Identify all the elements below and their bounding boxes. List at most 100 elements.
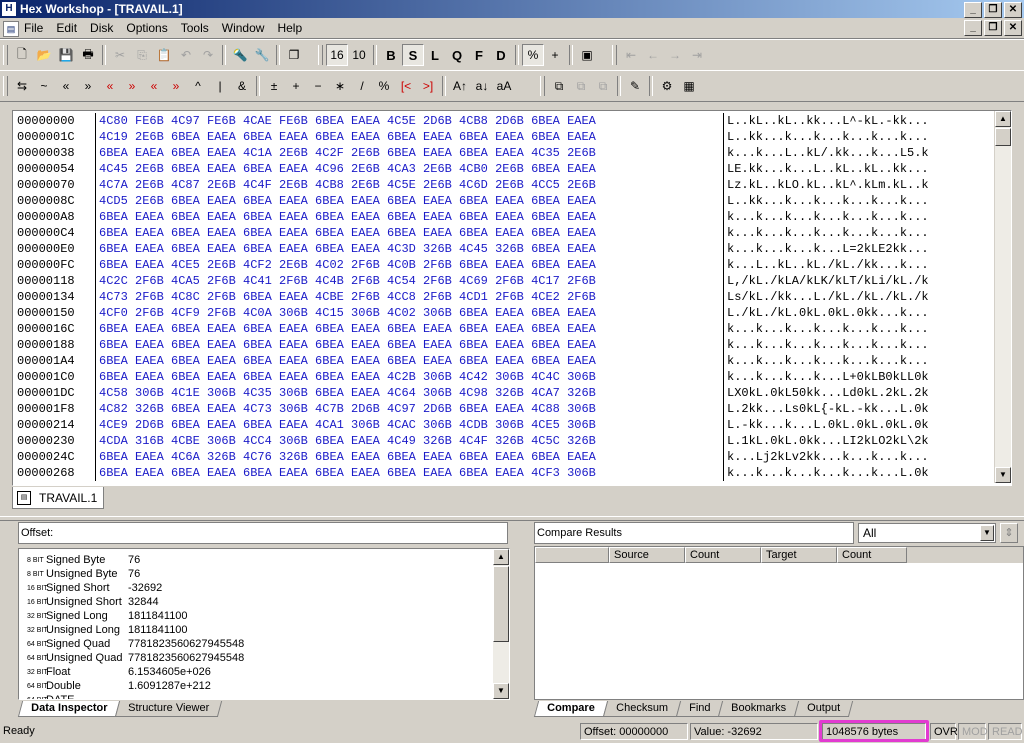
splitter[interactable]	[0, 516, 1024, 521]
or-icon[interactable]: |	[209, 75, 231, 97]
tab-travail[interactable]: ▤ TRAVAIL.1	[12, 487, 104, 509]
row-hex[interactable]: 4C7A 2E6B 4C87 2E6B 4C4F 2E6B 4CB8 2E6B …	[99, 177, 596, 193]
row-hex[interactable]: 4C58 306B 4C1E 306B 4C35 306B 6BEA EAEA …	[99, 385, 596, 401]
tab-checksum[interactable]: Checksum	[602, 701, 681, 717]
invert-case-icon[interactable]: aA	[493, 75, 515, 97]
go-start-icon[interactable]: ⇤	[620, 44, 642, 66]
compare-filter-select[interactable]: All ▼	[858, 523, 996, 543]
hex-scrollbar[interactable]: ▲ ▼	[994, 111, 1011, 483]
row-ascii[interactable]: L..kk...k...k...k...k...k...	[727, 129, 929, 145]
row-ascii[interactable]: k...Lj2kLv2kk...k...k...k...	[727, 449, 929, 465]
row-hex[interactable]: 6BEA EAEA 6BEA EAEA 6BEA EAEA 6BEA EAEA …	[99, 369, 596, 385]
hex-row[interactable]: 00000000 4C80 FE6B 4C97 FE6B 4CAE FE6B 6B…	[15, 113, 995, 129]
xor-icon[interactable]: ^	[187, 75, 209, 97]
doc-minimize-button[interactable]: _	[964, 20, 982, 36]
paste-icon[interactable]: 📋	[153, 44, 175, 66]
compare-icon[interactable]: ⧉	[548, 75, 570, 97]
document-icon[interactable]: ▤	[3, 21, 19, 37]
multiply-icon[interactable]: ∗	[329, 75, 351, 97]
inspector-row[interactable]: 64 BITDATE	[19, 693, 489, 699]
row-ascii[interactable]: k...k...k...k...k...k...k...	[727, 225, 929, 241]
hex-row[interactable]: 00000038 6BEA EAEA 6BEA EAEA 4C1A 2E6B 4C…	[15, 145, 995, 161]
hex-row[interactable]: 00000070 4C7A 2E6B 4C87 2E6B 4C4F 2E6B 4C…	[15, 177, 995, 193]
row-hex[interactable]: 4C45 2E6B 6BEA EAEA 6BEA EAEA 4C96 2E6B …	[99, 161, 596, 177]
row-hex[interactable]: 6BEA EAEA 6BEA EAEA 6BEA EAEA 6BEA EAEA …	[99, 241, 596, 257]
row-ascii[interactable]: k...k...k...k...k...k...k...	[727, 353, 929, 369]
row-ascii[interactable]: k...k...k...k...k...k...k...	[727, 321, 929, 337]
row-hex[interactable]: 6BEA EAEA 6BEA EAEA 6BEA EAEA 6BEA EAEA …	[99, 353, 596, 369]
short-mode-icon[interactable]: S	[402, 44, 424, 66]
go-end-icon[interactable]: ⇥	[686, 44, 708, 66]
undo-icon[interactable]: ↶	[175, 44, 197, 66]
hex-row[interactable]: 000000E0 6BEA EAEA 6BEA EAEA 6BEA EAEA 6B…	[15, 241, 995, 257]
hex-row[interactable]: 000001C0 6BEA EAEA 6BEA EAEA 6BEA EAEA 6B…	[15, 369, 995, 385]
inspector-row[interactable]: 16 BIT Unsigned Short 32844	[19, 595, 489, 609]
menu-tools[interactable]: Tools	[181, 21, 209, 35]
column-target[interactable]: Target	[761, 547, 837, 563]
tab-compare[interactable]: Compare	[533, 701, 608, 717]
hex-row[interactable]: 00000214 4CE9 2D6B 6BEA EAEA 6BEA EAEA 4C…	[15, 417, 995, 433]
minimize-button[interactable]: _	[964, 2, 982, 18]
compare-prev-icon[interactable]: ⧉	[592, 75, 614, 97]
replace-icon[interactable]: 🔧	[251, 44, 273, 66]
row-hex[interactable]: 4CDA 316B 4CBE 306B 4CC4 306B 6BEA EAEA …	[99, 433, 596, 449]
row-hex[interactable]: 4CD5 2E6B 6BEA EAEA 6BEA EAEA 6BEA EAEA …	[99, 193, 596, 209]
scroll-up-icon[interactable]: ▲	[493, 549, 509, 565]
scroll-up-icon[interactable]: ▲	[995, 111, 1011, 127]
block-shift-left-icon[interactable]: «	[143, 75, 165, 97]
checksum-icon[interactable]: ✎	[624, 75, 646, 97]
menu-disk[interactable]: Disk	[90, 21, 113, 35]
row-ascii[interactable]: L..kL..kL..kk...L^-kL.-kk...	[727, 113, 929, 129]
hex-row[interactable]: 00000268 6BEA EAEA 6BEA EAEA 6BEA EAEA 6B…	[15, 465, 995, 481]
doc-restore-button[interactable]: ❐	[984, 20, 1002, 36]
menu-help[interactable]: Help	[277, 21, 302, 35]
menu-file[interactable]: File	[24, 21, 43, 35]
row-hex[interactable]: 4C82 326B 6BEA EAEA 4C73 306B 4C7B 2D6B …	[99, 401, 596, 417]
negate-icon[interactable]: ±	[263, 75, 285, 97]
row-hex[interactable]: 4CE9 2D6B 6BEA EAEA 6BEA EAEA 4CA1 306B …	[99, 417, 596, 433]
hex-grid[interactable]: 00000000 4C80 FE6B 4C97 FE6B 4CAE FE6B 6B…	[15, 113, 995, 481]
row-ascii[interactable]: L./kL./kL.0kL.0kL.0kk...k...	[727, 305, 929, 321]
base-10-icon[interactable]: 10	[348, 44, 370, 66]
scroll-thumb[interactable]	[493, 566, 509, 642]
tab-structure-viewer[interactable]: Structure Viewer	[115, 701, 223, 717]
swap-icon[interactable]: ⇆	[11, 75, 33, 97]
inspector-row[interactable]: 32 BIT Unsigned Long 1811841100	[19, 623, 489, 637]
scroll-down-icon[interactable]: ▼	[995, 467, 1011, 483]
save-icon[interactable]: 💾	[55, 44, 77, 66]
base-16-icon[interactable]: 16	[326, 44, 348, 66]
hex-editor[interactable]: 00000000 4C80 FE6B 4C97 FE6B 4CAE FE6B 6B…	[12, 110, 1012, 486]
block-left-icon[interactable]: [<	[395, 75, 417, 97]
double-mode-icon[interactable]: D	[490, 44, 512, 66]
hex-row[interactable]: 000000C4 6BEA EAEA 6BEA EAEA 6BEA EAEA 6B…	[15, 225, 995, 241]
row-ascii[interactable]: k...k...L..kL/.kk...k...L5.k	[727, 145, 929, 161]
tab-bookmarks[interactable]: Bookmarks	[717, 701, 800, 717]
hex-row[interactable]: 0000024C 6BEA EAEA 4C6A 326B 4C76 326B 6B…	[15, 449, 995, 465]
hex-row[interactable]: 0000008C 4CD5 2E6B 6BEA EAEA 6BEA EAEA 6B…	[15, 193, 995, 209]
tab-data-inspector[interactable]: Data Inspector	[17, 701, 121, 717]
shift-right-icon[interactable]: »	[77, 75, 99, 97]
redo-icon[interactable]: ↷	[197, 44, 219, 66]
row-ascii[interactable]: k...k...k...k...L+0kLB0kLL0k	[727, 369, 929, 385]
tab-output[interactable]: Output	[793, 701, 854, 717]
scroll-thumb[interactable]	[995, 128, 1011, 146]
close-button[interactable]: ✕	[1004, 2, 1022, 18]
compare-table[interactable]: Source Count Target Count	[534, 546, 1024, 700]
compare-action-button[interactable]: ⇕	[1000, 523, 1018, 543]
chevron-down-icon[interactable]: ▼	[980, 525, 994, 541]
hex-row[interactable]: 000001DC 4C58 306B 4C1E 306B 4C35 306B 6B…	[15, 385, 995, 401]
row-hex[interactable]: 4C2C 2F6B 4CA5 2F6B 4C41 2F6B 4C4B 2F6B …	[99, 273, 596, 289]
long-mode-icon[interactable]: L	[424, 44, 446, 66]
row-ascii[interactable]: L.1kL.0kL.0kk...LI2kLO2kL\2k	[727, 433, 929, 449]
hex-row[interactable]: 000001A4 6BEA EAEA 6BEA EAEA 6BEA EAEA 6B…	[15, 353, 995, 369]
row-ascii[interactable]: k...k...k...k...L=2kLE2kk...	[727, 241, 929, 257]
byte-mode-icon[interactable]: B	[380, 44, 402, 66]
row-ascii[interactable]: Lz.kL..kLO.kL..kL^.kLm.kL..k	[727, 177, 929, 193]
row-ascii[interactable]: k...L..kL..kL./kL./kk...k...	[727, 257, 929, 273]
row-ascii[interactable]: LX0kL.0kL50kk...Ld0kL.2kL.2k	[727, 385, 929, 401]
forward-icon[interactable]: →	[664, 44, 686, 66]
window-list-icon[interactable]: ❐	[283, 44, 305, 66]
lowercase-icon[interactable]: a↓	[471, 75, 493, 97]
row-hex[interactable]: 6BEA EAEA 6BEA EAEA 6BEA EAEA 6BEA EAEA …	[99, 465, 596, 481]
inspector-row[interactable]: 64 BIT Double 1.6091287e+212	[19, 679, 489, 693]
